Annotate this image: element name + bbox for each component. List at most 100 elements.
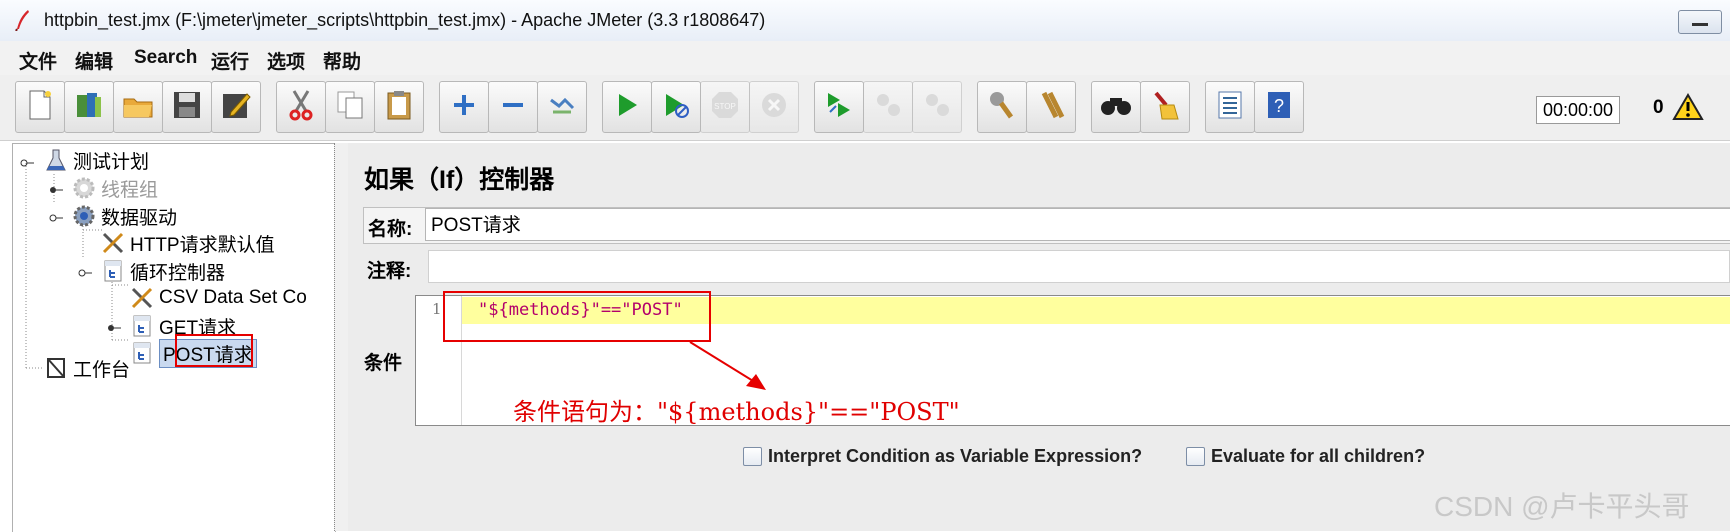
condition-label: 条件 xyxy=(364,353,403,374)
tree-node-label: 数据驱动 xyxy=(101,207,178,229)
controller-icon xyxy=(129,341,155,365)
expand-all-button[interactable] xyxy=(439,81,489,133)
play-no-pause-icon xyxy=(662,91,690,123)
condition-highlight-box xyxy=(443,291,711,342)
new-button[interactable] xyxy=(15,81,65,133)
title-bar: httpbin_test.jmx (F:\jmeter\jmeter_scrip… xyxy=(0,0,1730,42)
tree-node-loop-controller[interactable]: 循环控制器 xyxy=(100,258,225,284)
reset-search-button[interactable] xyxy=(1140,81,1190,133)
interpret-as-variable-option[interactable]: Interpret Condition as Variable Expressi… xyxy=(743,446,1142,467)
remote-stop-button[interactable] xyxy=(863,81,913,133)
tree-node-thread-group[interactable]: 线程组 xyxy=(71,175,158,201)
controller-icon xyxy=(100,259,126,283)
tree-node-data-driven[interactable]: 数据驱动 xyxy=(71,203,177,229)
tree-node-label: 工作台 xyxy=(73,359,131,381)
tree-expander-test-plan[interactable] xyxy=(20,154,34,167)
paste-icon xyxy=(384,89,414,125)
toolbar: STOP ? 00:00:00 0 xyxy=(0,75,1730,141)
warning-count: 0 xyxy=(1653,97,1664,118)
config-element-icon xyxy=(129,286,155,310)
evaluate-all-children-checkbox[interactable] xyxy=(1186,447,1205,466)
menu-bar: 文件 编辑 Search 运行 选项 帮助 xyxy=(0,41,1730,75)
menu-run[interactable]: 运行 xyxy=(211,47,249,74)
help-question-icon: ? xyxy=(1266,90,1292,124)
shutdown-button[interactable] xyxy=(749,81,799,133)
comment-input[interactable] xyxy=(428,250,1730,283)
remote-shutdown-icon xyxy=(922,90,952,124)
menu-edit[interactable]: 编辑 xyxy=(75,47,113,74)
start-no-pause-button[interactable] xyxy=(651,81,701,133)
help-button[interactable]: ? xyxy=(1254,81,1304,133)
watermark: CSDN @卢卡平头哥 xyxy=(1434,491,1690,522)
toggle-icon xyxy=(547,92,577,122)
cut-button[interactable] xyxy=(276,81,326,133)
shutdown-icon xyxy=(759,90,789,124)
stop-button[interactable]: STOP xyxy=(700,81,750,133)
save-icon xyxy=(172,90,202,124)
tree-expander-thread-group[interactable] xyxy=(49,181,63,193)
open-button[interactable] xyxy=(113,81,163,133)
minimize-button[interactable] xyxy=(1678,10,1722,34)
interpret-as-variable-checkbox[interactable] xyxy=(743,447,762,466)
tree-node-label: HTTP请求默认值 xyxy=(130,234,275,256)
panel-title: 如果（If）控制器 xyxy=(364,166,555,194)
collapse-all-button[interactable] xyxy=(488,81,538,133)
tree-expander-get-request[interactable] xyxy=(107,319,121,331)
tree-expander-data-driven[interactable] xyxy=(49,209,63,222)
remote-shutdown-button[interactable] xyxy=(912,81,962,133)
copy-button[interactable] xyxy=(325,81,375,133)
save-as-button[interactable] xyxy=(211,81,261,133)
clear-all-button[interactable] xyxy=(1026,81,1076,133)
paste-button[interactable] xyxy=(374,81,424,133)
binoculars-icon xyxy=(1100,93,1132,121)
function-helper-button[interactable] xyxy=(1205,81,1255,133)
svg-text:STOP: STOP xyxy=(714,102,736,111)
controller-icon xyxy=(129,314,155,338)
clear-button[interactable] xyxy=(977,81,1027,133)
save-as-icon xyxy=(221,90,251,124)
templates-icon xyxy=(73,89,105,125)
jmeter-feather-icon xyxy=(14,9,32,35)
name-row: 名称: POST请求 xyxy=(363,207,1730,244)
tree-node-label: 线程组 xyxy=(101,179,159,201)
annotation-arrow-icon xyxy=(689,341,766,390)
tree-node-test-plan[interactable]: 测试计划 xyxy=(43,147,149,173)
tree-node-workbench[interactable]: 工作台 xyxy=(43,355,130,381)
tree-node-csv-data-set[interactable]: CSV Data Set Co xyxy=(129,285,307,311)
evaluate-all-children-label: Evaluate for all children? xyxy=(1211,446,1426,466)
remote-start-icon xyxy=(824,90,854,124)
copy-icon xyxy=(335,89,365,125)
test-plan-icon xyxy=(43,148,69,172)
warning-triangle-icon[interactable] xyxy=(1672,93,1704,125)
line-number: 1 xyxy=(432,300,442,318)
menu-search[interactable]: Search xyxy=(134,47,197,69)
menu-help[interactable]: 帮助 xyxy=(323,47,361,74)
list-icon xyxy=(1216,90,1244,124)
scissors-icon xyxy=(286,89,316,125)
save-button[interactable] xyxy=(162,81,212,133)
menu-options[interactable]: 选项 xyxy=(267,47,305,74)
plus-icon xyxy=(451,92,477,122)
thread-group-icon xyxy=(71,176,97,200)
reset-search-broom-icon xyxy=(1150,89,1180,125)
comment-row: 注释: xyxy=(363,250,1730,285)
svg-text:?: ? xyxy=(1274,96,1284,116)
name-input[interactable]: POST请求 xyxy=(425,208,1730,241)
interpret-as-variable-label: Interpret Condition as Variable Expressi… xyxy=(768,446,1143,466)
start-button[interactable] xyxy=(602,81,652,133)
tree-node-label: 测试计划 xyxy=(73,151,150,173)
elapsed-timer: 00:00:00 xyxy=(1536,96,1620,124)
tree-node-http-defaults[interactable]: HTTP请求默认值 xyxy=(100,230,275,256)
thread-group-icon xyxy=(71,204,97,228)
tree-expander-loop-controller[interactable] xyxy=(78,264,92,277)
clear-all-broom-icon xyxy=(1036,89,1066,125)
remote-start-button[interactable] xyxy=(814,81,864,133)
search-button[interactable] xyxy=(1091,81,1141,133)
menu-file[interactable]: 文件 xyxy=(19,47,57,74)
templates-button[interactable] xyxy=(64,81,114,133)
toggle-button[interactable] xyxy=(537,81,587,133)
config-element-icon xyxy=(100,231,126,255)
tree-node-label: 循环控制器 xyxy=(130,262,226,284)
evaluate-all-children-option[interactable]: Evaluate for all children? xyxy=(1186,446,1425,467)
stop-icon: STOP xyxy=(710,90,740,124)
